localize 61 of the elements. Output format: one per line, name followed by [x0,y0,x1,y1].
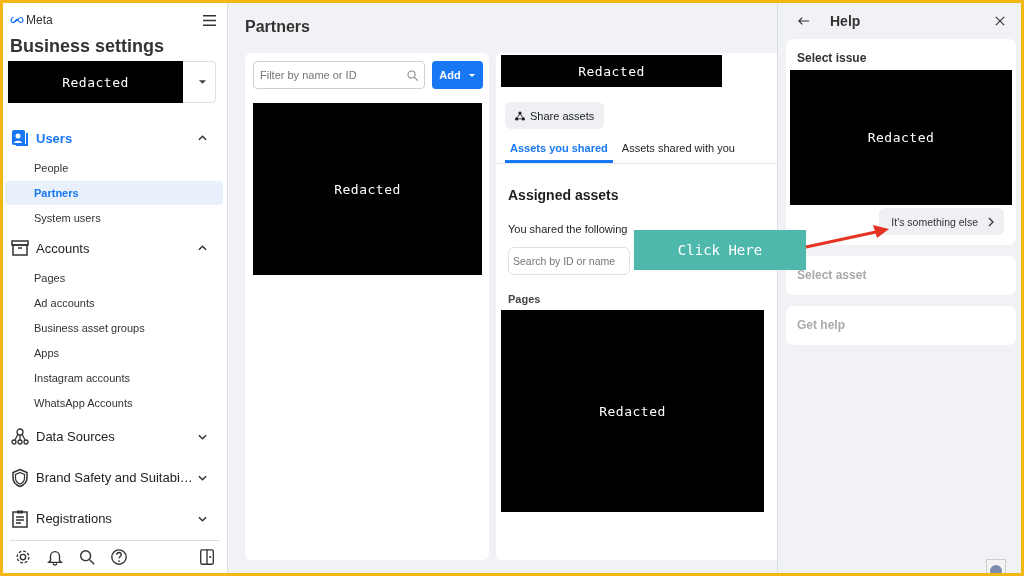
chevron-down-icon [198,515,207,522]
nav-section[interactable]: Data Sources [3,416,227,457]
nav-item[interactable]: Instagram accounts [5,366,223,390]
nav-item[interactable]: Partners [5,181,223,205]
menu-icon[interactable] [202,13,217,27]
step-title: Get help [796,317,846,334]
caret-icon[interactable] [198,79,207,85]
step-title: Select issue [796,50,868,67]
redaction-block: Redacted [8,61,183,103]
nav-item[interactable]: Ad accounts [5,291,223,315]
redaction-block: Redacted [501,55,722,87]
share-assets-button[interactable]: Share assets [505,102,605,129]
nav-section[interactable]: Registrations [3,498,227,539]
settings-icon[interactable] [14,548,32,566]
nav-item[interactable]: Apps [5,341,223,365]
description-text: You shared the following [508,223,629,235]
add-button[interactable]: Add [432,61,483,89]
panel-title: Help [830,13,861,29]
back-arrow-icon[interactable] [798,16,810,26]
chevron-down-icon [198,433,207,440]
account-selector[interactable]: Redacted [10,61,216,103]
option-button[interactable]: It's something else [879,208,1004,235]
chevron-right-icon [988,216,994,227]
nav-item[interactable]: Business asset groups [5,316,223,340]
page-title: Business settings [9,35,166,58]
redaction-block: Redacted [501,310,764,512]
tab[interactable]: Assets you shared [505,135,613,163]
nav-item[interactable]: WhatsApp Accounts [5,391,223,415]
nav-item[interactable]: System users [5,206,223,230]
nav-section[interactable]: Users [3,121,227,155]
nav-item[interactable]: Pages [5,266,223,290]
search-icon[interactable] [78,548,96,566]
step-title: Select asset [796,267,868,284]
meta-logo: Meta [10,13,53,27]
nav-item[interactable]: People [5,156,223,180]
shield-icon [10,467,30,488]
network-icon [10,426,30,447]
caret-icon [467,72,476,78]
redaction-block: Redacted [790,70,1012,205]
callout-label: Click Here [634,230,806,270]
share-icon [515,110,525,121]
help-icon[interactable] [110,548,128,566]
search-icon [406,69,419,82]
chevron-up-icon [198,135,207,141]
search-field[interactable]: Search by ID or name [508,247,630,275]
chevron-up-icon [198,245,207,251]
nav-section[interactable]: Brand Safety and Suitabi… [3,457,227,498]
chevron-down-icon [198,474,207,481]
section-label: Pages [508,293,542,305]
tab[interactable]: Assets shared with you [616,135,740,163]
bell-icon[interactable] [46,548,64,566]
section-heading: Assigned assets [508,187,620,203]
clipboard-icon [10,508,30,529]
box-icon [10,238,30,258]
close-icon[interactable] [994,16,1006,26]
panel-icon[interactable] [198,548,216,566]
page-title: Partners [245,17,311,37]
nav-section[interactable]: Accounts [3,231,227,265]
redaction-block: Redacted [253,103,482,275]
filter-field[interactable]: Filter by name or ID [253,61,425,89]
users-icon [10,128,30,148]
